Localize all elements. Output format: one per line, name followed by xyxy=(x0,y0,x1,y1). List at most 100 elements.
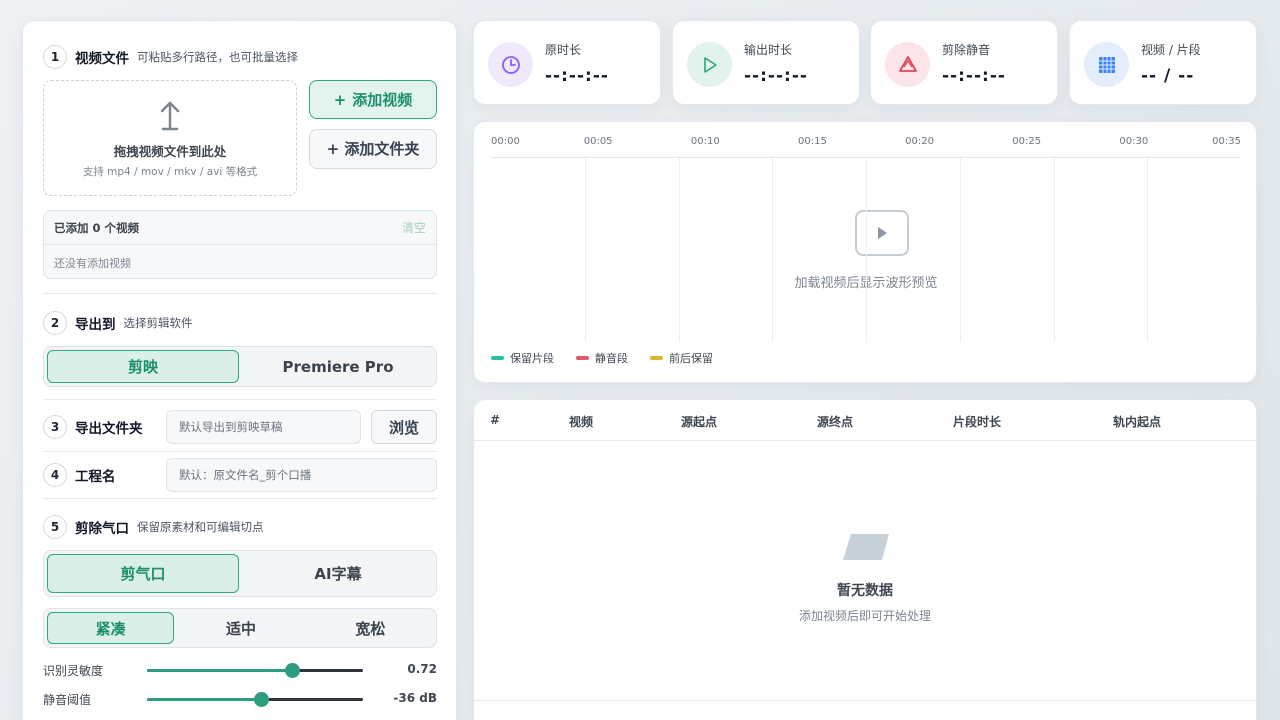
waveform-area[interactable]: 加载视频后显示波形预览 00:0000:0500:1000:1500:2000:… xyxy=(491,122,1241,342)
timeline-tick-label: 00:20 xyxy=(905,136,934,147)
dropzone-hint: 支持 mp4 / mov / mkv / avi 等格式 xyxy=(82,166,258,178)
preset-selector: 紧凑 适中 宽松 xyxy=(43,608,437,648)
section-subtitle: 保留原素材和可编辑切点 xyxy=(137,520,264,534)
timeline-grid-line xyxy=(584,158,586,342)
clock-icon xyxy=(488,42,533,87)
column-header-source-end: 源终点 xyxy=(817,415,854,429)
legend-swatch xyxy=(650,356,663,360)
section-subtitle: 选择剪辑软件 xyxy=(123,316,193,330)
section-title: 视频文件 xyxy=(75,51,129,67)
legend-label: 前后保留 xyxy=(669,352,713,365)
timeline-grid-line xyxy=(678,158,680,342)
stat-card-original-duration: 原时长 --:--:-- xyxy=(473,20,661,105)
legend-swatch xyxy=(576,356,589,360)
grid-icon xyxy=(1084,42,1129,87)
silence-threshold-slider-row: 静音阈值 -36 dB xyxy=(43,689,437,709)
stat-card-videos-segments: 视频 / 片段 -- / -- xyxy=(1069,20,1257,105)
stat-card-silence-removed: 剪除静音 --:--:-- xyxy=(870,20,1058,105)
video-dropzone[interactable]: 拖拽视频文件到此处 支持 mp4 / mov / mkv / avi 等格式 xyxy=(43,80,297,196)
section-title: 导出到 xyxy=(75,317,116,333)
section-subtitle: 可粘贴多行路径，也可批量选择 xyxy=(137,50,298,64)
timeline-tick-label: 00:15 xyxy=(798,136,827,147)
legend-swatch xyxy=(491,356,504,360)
slider-handle[interactable] xyxy=(284,663,300,678)
legend-item: 静音段 xyxy=(576,350,628,366)
column-header-index: # xyxy=(490,413,501,427)
stat-label: 输出时长 xyxy=(744,43,793,57)
add-folder-label: 添加文件夹 xyxy=(344,140,420,158)
play-button[interactable] xyxy=(855,210,909,256)
mode-ai-subtitle[interactable]: AI字幕 xyxy=(243,554,433,593)
preset-loose[interactable]: 宽松 xyxy=(308,612,433,644)
cut-mode-selector: 剪气口 AI字幕 xyxy=(43,550,437,597)
add-video-label: 添加视频 xyxy=(352,91,413,109)
stat-value: -- / -- xyxy=(1141,66,1195,86)
video-list: 已添加 0 个视频 清空 还没有添加视频 xyxy=(43,210,437,279)
sensitivity-slider-row: 识别灵敏度 0.72 xyxy=(43,660,437,680)
video-list-header: 已添加 0 个视频 清空 xyxy=(44,211,436,245)
slider-fill xyxy=(147,669,292,672)
timeline-grid-line xyxy=(1147,158,1149,342)
plus-icon: + xyxy=(326,140,340,158)
play-icon xyxy=(878,227,887,239)
timeline-grid-line xyxy=(1053,158,1055,342)
step-number: 5 xyxy=(43,515,67,539)
timeline-tick-label: 00:05 xyxy=(583,136,613,147)
option-premiere-pro[interactable]: Premiere Pro xyxy=(243,350,433,383)
video-list-empty: 还没有添加视频 xyxy=(54,257,131,270)
divider xyxy=(43,399,437,400)
step-number: 4 xyxy=(43,463,67,487)
add-video-button[interactable]: + 添加视频 xyxy=(309,80,437,119)
divider xyxy=(43,498,437,499)
section-title: 工程名 xyxy=(75,469,116,485)
slider-label: 识别灵敏度 xyxy=(43,664,104,678)
step-number: 2 xyxy=(43,311,67,335)
export-folder-header: 3 导出文件夹 xyxy=(43,415,143,439)
upload-arrow-icon xyxy=(44,101,296,137)
slider-handle[interactable] xyxy=(254,692,270,707)
slider-value: 0.72 xyxy=(407,662,437,676)
project-name-placeholder: 默认：原文件名_剪个口播 xyxy=(179,468,312,482)
section-title: 剪除气口 xyxy=(75,521,129,537)
timeline-tick-label: 00:25 xyxy=(1012,136,1042,147)
export-folder-placeholder: 默认导出到剪映草稿 xyxy=(179,420,283,434)
timeline-grid-line xyxy=(959,158,961,342)
legend-item: 保留片段 xyxy=(491,350,554,366)
empty-box-icon xyxy=(843,534,889,560)
timeline-tick-label: 00:35 xyxy=(1212,136,1241,147)
preset-medium[interactable]: 适中 xyxy=(178,612,303,644)
waveform-preview-panel: 加载视频后显示波形预览 00:0000:0500:1000:1500:2000:… xyxy=(473,121,1257,383)
slider-value: -36 dB xyxy=(393,691,437,705)
stat-value: --:--:-- xyxy=(942,66,1006,86)
browse-button[interactable]: 浏览 xyxy=(371,410,437,444)
add-folder-button[interactable]: + 添加文件夹 xyxy=(309,129,437,169)
sensitivity-slider[interactable] xyxy=(147,663,363,678)
step-number: 1 xyxy=(43,45,67,69)
step-number: 3 xyxy=(43,415,67,439)
legend-label: 保留片段 xyxy=(510,352,554,365)
recycle-icon xyxy=(885,42,930,87)
table-header: # 视频 源起点 源终点 片段时长 轨内起点 xyxy=(474,400,1256,441)
timeline-grid-line xyxy=(866,158,867,342)
export-folder-input[interactable]: 默认导出到剪映草稿 xyxy=(166,410,361,444)
project-name-input[interactable]: 默认：原文件名_剪个口播 xyxy=(166,458,437,492)
section-title: 导出文件夹 xyxy=(75,421,143,437)
stat-value: --:--:-- xyxy=(744,66,808,86)
slider-label: 静音阈值 xyxy=(43,693,92,707)
column-header-track-start: 轨内起点 xyxy=(1113,415,1162,429)
preset-compact[interactable]: 紧凑 xyxy=(47,612,175,644)
export-target-selector: 剪映 Premiere Pro xyxy=(43,346,437,387)
option-jianying[interactable]: 剪映 xyxy=(47,350,239,383)
settings-panel: 1 视频文件 可粘贴多行路径，也可批量选择 拖拽视频文件到此处 支持 mp4 /… xyxy=(22,20,457,720)
stat-label: 原时长 xyxy=(545,43,582,57)
stat-label: 视频 / 片段 xyxy=(1141,43,1201,57)
silence-threshold-slider[interactable] xyxy=(147,692,363,707)
timeline-tick-label: 00:00 xyxy=(491,136,520,147)
clear-button[interactable]: 清空 xyxy=(402,219,426,236)
timeline-tick-label: 00:30 xyxy=(1119,136,1149,147)
waveform-legend: 保留片段 静音段 前后保留 xyxy=(491,350,713,366)
column-header-video: 视频 xyxy=(569,415,594,429)
legend-item: 前后保留 xyxy=(650,350,713,366)
table-footer-divider xyxy=(474,700,1256,701)
mode-cut-breath[interactable]: 剪气口 xyxy=(47,554,239,593)
